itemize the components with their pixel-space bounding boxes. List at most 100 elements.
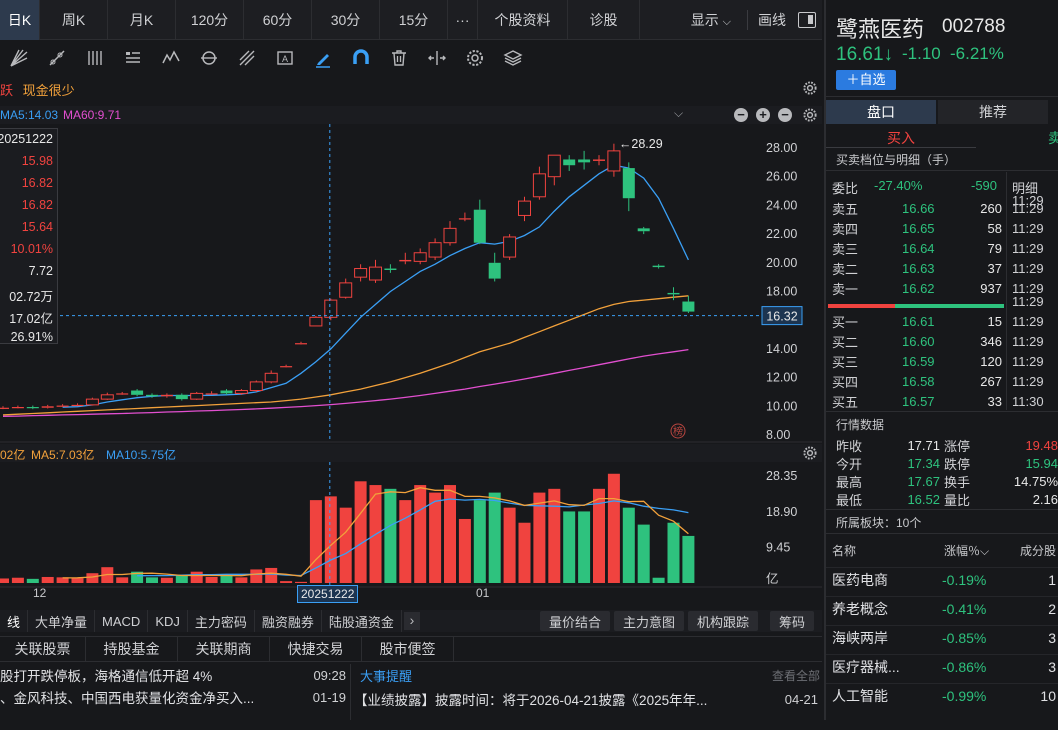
volume-bar — [71, 578, 84, 583]
ray-line-icon[interactable] — [38, 40, 76, 76]
lower-tab[interactable]: 股市便签 — [362, 636, 454, 662]
indicator-tab[interactable]: 线 — [0, 610, 29, 632]
news-item[interactable]: 股打开跌停板，海格通信低开超 4% 09:28 — [0, 664, 346, 686]
panel-toggle-icon[interactable] — [798, 11, 816, 28]
volume-bar — [41, 576, 54, 583]
bid-row[interactable]: 买一 16.61 15 11:29 — [826, 311, 1058, 331]
tooltip-value: 10.01% — [10, 242, 53, 256]
tab-5[interactable]: 30分 — [312, 0, 380, 40]
vertical-lines-icon[interactable] — [76, 40, 114, 76]
tab-7[interactable]: ··· — [448, 0, 478, 40]
ask-row[interactable]: 卖四 16.65 58 11:29 — [826, 218, 1058, 238]
alert-tag[interactable]: 跃 — [0, 83, 13, 98]
cycle-icon[interactable] — [190, 40, 228, 76]
sector-row[interactable]: 医疗器械... -0.86% 3 — [826, 654, 1058, 678]
tab-1[interactable]: 周K — [40, 0, 108, 40]
bid-row[interactable]: 买五 16.57 33 11:30 — [826, 391, 1058, 411]
text-annotation-icon[interactable]: A — [266, 40, 304, 76]
bid-row[interactable]: 买三 16.59 120 11:29 — [826, 351, 1058, 371]
ask-row[interactable]: 卖二 16.63 37 11:29 — [826, 258, 1058, 278]
indicator-more-button[interactable]: › — [403, 612, 420, 630]
settings-icon[interactable] — [456, 40, 494, 76]
indicator-tab[interactable]: MACD — [95, 610, 149, 632]
indicator-button[interactable]: 机构跟踪 — [687, 611, 758, 631]
draw-line-button[interactable]: 画线 — [758, 10, 786, 30]
bid-row[interactable]: 买四 16.58 267 11:29 — [826, 371, 1058, 391]
volume-chart[interactable]: 28.35 18.90 9.45 亿 — [0, 462, 822, 588]
lower-tab[interactable]: 持股基金 — [86, 636, 178, 662]
alerts-settings-icon[interactable] — [802, 80, 818, 96]
wave-line-icon[interactable] — [152, 40, 190, 76]
candle — [175, 393, 188, 401]
candlestick-chart[interactable]: 28.00 26.00 24.00 22.00 20.00 18.00 14.00 12.00… — [0, 124, 822, 444]
volume-bar — [622, 507, 635, 583]
plus-circle-icon[interactable]: + — [756, 108, 770, 122]
volume-bar — [667, 522, 680, 583]
sector-row[interactable]: 海峡两岸 -0.85% 3 — [826, 625, 1058, 649]
add-watchlist-button[interactable]: ＋自选 — [836, 70, 896, 90]
alert-tags: 跃 现金很少 — [0, 80, 75, 100]
gann-icon[interactable] — [228, 40, 266, 76]
volume-settings-icon[interactable] — [802, 445, 818, 461]
chevron-down-icon[interactable]: ⌵ — [674, 106, 683, 121]
tab-recommend[interactable]: 推荐 — [938, 100, 1048, 124]
lower-tab[interactable]: 关联股票 — [0, 636, 86, 662]
tab-8[interactable]: 个股资料 — [478, 0, 568, 40]
volume-tick: 9.45 — [766, 540, 790, 554]
sector-row[interactable]: 医药电商 -0.19% 1 — [826, 567, 1058, 591]
fan-lines-icon[interactable] — [0, 40, 38, 76]
trash-icon[interactable] — [380, 40, 418, 76]
volume-legend: 02亿 MA5:7.03亿 MA10:5.75亿 — [0, 444, 822, 462]
rank-badge[interactable]: 榜 — [673, 425, 683, 438]
minus-circle-icon[interactable]: − — [734, 108, 748, 122]
bid-row[interactable]: 买二 16.60 346 11:29 — [826, 331, 1058, 351]
layers-icon[interactable] — [494, 40, 532, 76]
ask-row[interactable]: 卖五 16.66 260 11:29 — [826, 198, 1058, 218]
expand-horizontal-icon[interactable] — [418, 40, 456, 76]
sell-button[interactable]: 卖 — [1048, 128, 1058, 148]
tab-9[interactable]: 诊股 — [568, 0, 640, 40]
pen-icon[interactable] — [304, 40, 342, 76]
tab-6[interactable]: 15分 — [380, 0, 448, 40]
indicator-tab[interactable]: 大单净量 — [28, 610, 96, 632]
buy-button[interactable]: 买入 — [826, 128, 976, 148]
lower-tab[interactable]: 快捷交易 — [270, 636, 362, 662]
news-item[interactable] — [0, 708, 346, 730]
indicator-tab[interactable]: 融资融券 — [255, 610, 322, 632]
magnet-icon[interactable] — [342, 40, 380, 76]
volume-bar — [86, 573, 99, 583]
ask-row[interactable]: 卖三 16.64 79 11:29 — [826, 238, 1058, 258]
drawing-toolbar: A — [0, 40, 822, 76]
sector-row[interactable]: 人工智能 -0.99% 10 — [826, 683, 1058, 707]
candle — [41, 404, 54, 409]
tab-3[interactable]: 120分 — [176, 0, 244, 40]
alert-tag[interactable]: 现金很少 — [23, 83, 75, 98]
indicator-tab[interactable]: 陆股通资金 — [322, 610, 402, 632]
indicator-button[interactable]: 量价结合 — [539, 611, 610, 631]
tab-0[interactable]: 日K — [0, 0, 40, 40]
event-item[interactable]: 【业绩披露】披露时间：将于2026-04-21披露《2025年年... 04-21 — [354, 688, 818, 710]
tab-4[interactable]: 60分 — [244, 0, 312, 40]
indicator-button[interactable]: 主力意图 — [613, 611, 684, 631]
chart-settings-icon[interactable] — [802, 107, 818, 123]
volume-bar — [399, 500, 412, 583]
sector-row[interactable]: 养老概念 -0.41% 2 — [826, 596, 1058, 620]
indicator-tab[interactable]: KDJ — [148, 610, 188, 632]
minus-circle-icon[interactable]: − — [778, 108, 792, 122]
candle — [56, 404, 69, 408]
view-all-link[interactable]: 查看全部 — [772, 667, 820, 684]
sector-col-pct[interactable]: 涨幅％⌵ — [944, 542, 989, 559]
news-item[interactable]: 、金风科技、中国西电获量化资金净买入... 01-19 — [0, 686, 346, 708]
quote-row: 昨收 17.71 涨停 19.48 — [836, 437, 1058, 454]
lower-tab[interactable]: 关联期商 — [178, 636, 270, 662]
chips-button[interactable]: 筹码 — [769, 611, 814, 631]
volume-bar — [429, 492, 442, 583]
candle — [71, 403, 84, 407]
svg-text:A: A — [282, 54, 288, 64]
display-menu[interactable]: 显示 ⌵ — [691, 10, 731, 30]
tab-order-book[interactable]: 盘口 — [826, 100, 936, 124]
candle — [160, 393, 173, 398]
horizontal-lines-icon[interactable] — [114, 40, 152, 76]
tab-2[interactable]: 月K — [108, 0, 176, 40]
indicator-tab[interactable]: 主力密码 — [188, 610, 255, 632]
